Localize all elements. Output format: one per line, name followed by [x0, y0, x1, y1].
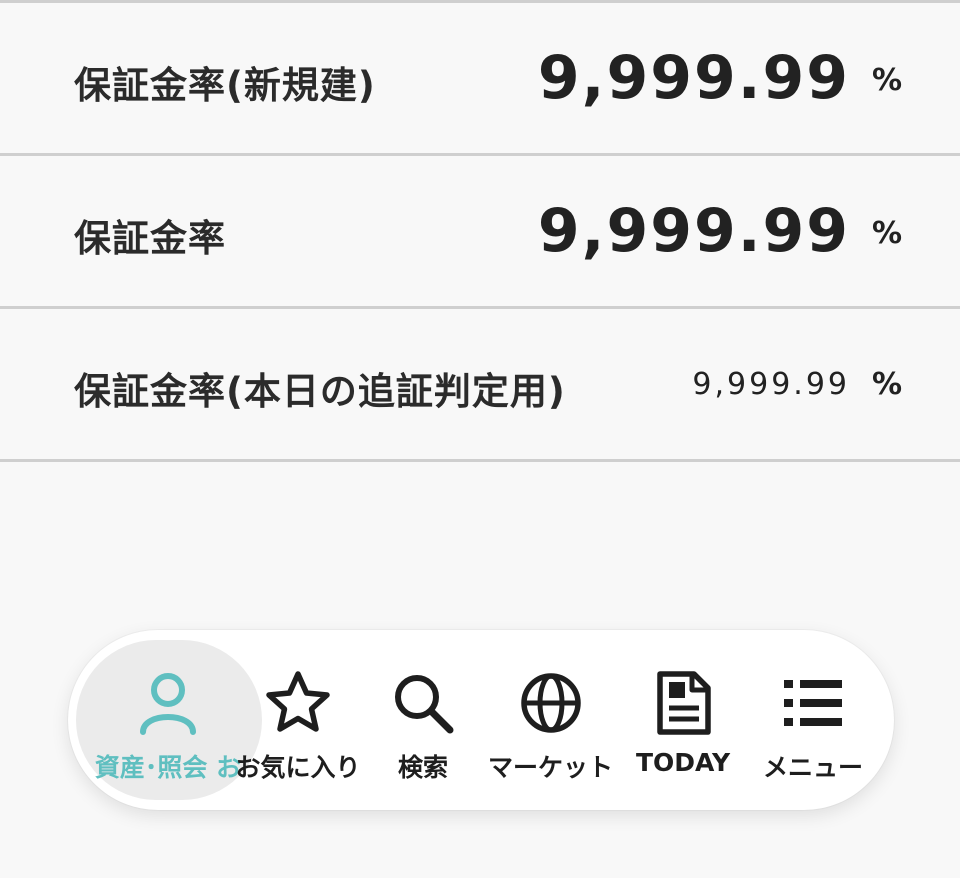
- margin-rate-row: 保証金率 9,999.99 %: [0, 156, 960, 309]
- row-unit: %: [871, 367, 902, 402]
- row-value: 9,999.99: [537, 43, 850, 113]
- margin-rate-margin-call-row: 保証金率(本日の追証判定用) 9,999.99 %: [0, 309, 960, 462]
- row-unit: %: [871, 216, 902, 251]
- screen: 保証金率(新規建) 9,999.99 % 保証金率 9,999.99 % 保証金…: [0, 0, 960, 878]
- nav-item-label: TODAY: [635, 748, 731, 777]
- list-icon: [784, 680, 842, 726]
- nav-item-label: 資産･照会 お: [94, 753, 242, 782]
- nav-item-favorites[interactable]: お気に入り: [233, 630, 363, 810]
- person-icon: [140, 673, 196, 735]
- nav-item-menu[interactable]: メニュー: [743, 630, 883, 810]
- nav-item-assets[interactable]: 資産･照会 お: [94, 630, 242, 810]
- nav-item-label: お気に入り: [235, 753, 361, 782]
- nav-item-label: 検索: [397, 753, 449, 782]
- row-label: 保証金率: [74, 217, 226, 260]
- row-value: 9,999.99: [692, 367, 850, 402]
- search-icon: [395, 675, 454, 734]
- margin-rate-new-row: 保証金率(新規建) 9,999.99 %: [0, 3, 960, 156]
- row-label: 保証金率(本日の追証判定用): [74, 370, 566, 413]
- star-icon: [266, 671, 330, 732]
- row-label: 保証金率(新規建): [74, 64, 376, 107]
- nav-item-label: マーケット: [487, 753, 614, 782]
- document-icon: [657, 671, 711, 735]
- globe-icon: [520, 673, 581, 733]
- row-unit: %: [871, 63, 902, 98]
- nav-item-today[interactable]: TODAY: [618, 630, 748, 810]
- bottom-nav: 資産･照会 お お気に入り 検索 マーケット TODAY メニュー: [68, 630, 894, 810]
- nav-item-market[interactable]: マーケット: [483, 630, 618, 810]
- row-value: 9,999.99: [537, 196, 850, 266]
- nav-item-label: メニュー: [762, 753, 864, 782]
- nav-item-search[interactable]: 検索: [363, 630, 483, 810]
